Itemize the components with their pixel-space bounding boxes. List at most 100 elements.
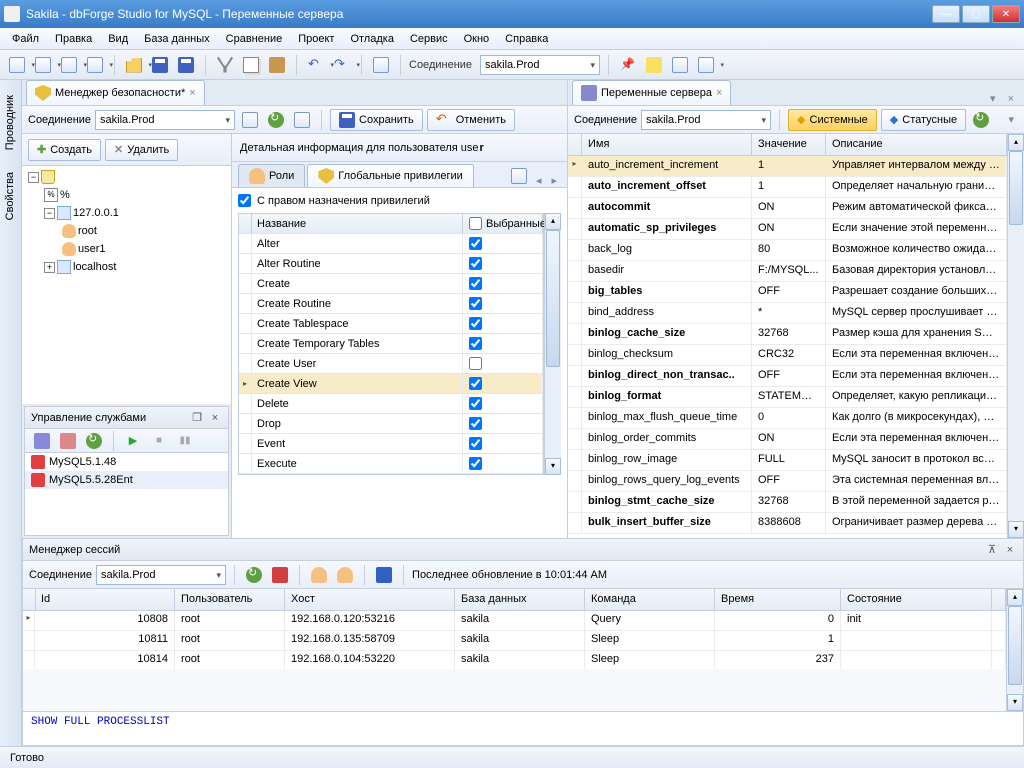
col-header-desc[interactable]: Описание xyxy=(826,134,1007,156)
variable-row[interactable]: auto_increment_offset1Определяет начальн… xyxy=(568,177,1007,198)
menu-файл[interactable]: Файл xyxy=(6,30,45,48)
security-conn-combo[interactable]: sakila.Prod xyxy=(95,110,235,130)
minimize-button[interactable]: — xyxy=(932,5,960,23)
col-header-name[interactable]: Имя xyxy=(582,134,752,156)
tab-global-privileges[interactable]: Глобальные привилегии xyxy=(307,164,474,187)
privilege-row[interactable]: Alter Routine xyxy=(239,254,543,274)
tree-node[interactable]: −127.0.0.1 xyxy=(24,204,229,222)
privilege-checkbox[interactable] xyxy=(469,237,482,250)
scrollbar[interactable]: ▴ ▾ xyxy=(1006,589,1023,711)
variable-row[interactable]: binlog_formatSTATEMENTОпределяет, какую … xyxy=(568,387,1007,408)
status-vars-button[interactable]: ◆Статусные xyxy=(881,109,966,131)
undo-button[interactable]: ↶▾ xyxy=(305,54,327,76)
security-action-1[interactable] xyxy=(239,109,261,131)
create-button[interactable]: ✚Создать xyxy=(28,139,101,161)
open-button[interactable]: ▾ xyxy=(123,54,145,76)
pin-icon[interactable]: ⊼ xyxy=(985,543,999,557)
privilege-row[interactable]: Event xyxy=(239,434,543,454)
privilege-checkbox[interactable] xyxy=(469,377,482,390)
next-tab-icon[interactable]: ▸ xyxy=(547,174,561,187)
tool-button-1[interactable] xyxy=(370,54,392,76)
privilege-row[interactable]: Execute xyxy=(239,454,543,474)
cut-button[interactable] xyxy=(214,54,236,76)
col-header[interactable]: Id xyxy=(35,589,175,611)
tab-menu-icon[interactable]: ▾ xyxy=(984,92,1002,105)
maximize-button[interactable]: ▢ xyxy=(962,5,990,23)
services-list[interactable]: MySQL5.1.48MySQL5.5.28Ent xyxy=(25,453,228,535)
sessions-btn-4[interactable] xyxy=(334,564,356,586)
col-header-selected[interactable]: Выбранные xyxy=(463,214,543,233)
col-header-name[interactable]: Название xyxy=(251,214,463,233)
grant-privilege-checkbox[interactable] xyxy=(238,194,251,207)
privilege-row[interactable]: Create Routine xyxy=(239,294,543,314)
new-sql-button[interactable]: ▾ xyxy=(6,54,28,76)
variable-row[interactable]: binlog_cache_size32768Размер кэша для хр… xyxy=(568,324,1007,345)
save-security-button[interactable]: Сохранить xyxy=(330,109,423,131)
variable-row[interactable]: big_tablesOFFРазрешает создание больших … xyxy=(568,282,1007,303)
tree-node[interactable]: %% xyxy=(24,186,229,204)
privilege-checkbox[interactable] xyxy=(469,277,482,290)
prev-tab-icon[interactable]: ◂ xyxy=(532,174,546,187)
tree-node[interactable]: user1 xyxy=(24,240,229,258)
menu-справка[interactable]: Справка xyxy=(499,30,554,48)
variable-row[interactable]: autocommitONРежим автоматической фиксаци… xyxy=(568,198,1007,219)
session-row[interactable]: 10811root192.168.0.135:58709sakilaSleep1 xyxy=(23,631,1006,651)
privilege-checkbox[interactable] xyxy=(469,397,482,410)
tab-close-icon[interactable]: × xyxy=(1002,93,1020,105)
privilege-row[interactable]: Alter xyxy=(239,234,543,254)
tree-node[interactable]: +localhost xyxy=(24,258,229,276)
doc-tab-variables[interactable]: Переменные сервера × xyxy=(572,80,731,105)
sessions-btn-5[interactable] xyxy=(373,564,395,586)
privilege-checkbox[interactable] xyxy=(469,317,482,330)
vars-menu-icon[interactable]: ▾ xyxy=(1004,113,1018,126)
service-row[interactable]: MySQL5.5.28Ent xyxy=(25,471,228,489)
paste-button[interactable] xyxy=(266,54,288,76)
sessions-refresh-button[interactable] xyxy=(243,564,265,586)
variable-row[interactable]: binlog_direct_non_transac..OFFЕсли эта п… xyxy=(568,366,1007,387)
close-sessions-icon[interactable]: × xyxy=(1003,543,1017,557)
pin-button[interactable]: 📌 xyxy=(617,54,639,76)
variable-row[interactable]: bind_address*MySQL сервер прослушивает T… xyxy=(568,303,1007,324)
privilege-row[interactable]: Create Temporary Tables xyxy=(239,334,543,354)
variable-row[interactable]: back_log80Возможное количество ожидающ..… xyxy=(568,240,1007,261)
variable-row[interactable]: binlog_stmt_cache_size32768В этой переме… xyxy=(568,492,1007,513)
col-header[interactable]: Состояние xyxy=(841,589,992,611)
services-stop-button[interactable]: ■ xyxy=(148,430,170,452)
save-all-button[interactable] xyxy=(175,54,197,76)
security-action-3[interactable] xyxy=(291,109,313,131)
privilege-row[interactable]: Delete xyxy=(239,394,543,414)
edit-button-2[interactable] xyxy=(669,54,691,76)
services-btn-1[interactable] xyxy=(31,430,53,452)
sql-preview[interactable]: SHOW FULL PROCESSLIST xyxy=(23,711,1023,745)
variable-row[interactable]: automatic_sp_privilegesONЕсли значение э… xyxy=(568,219,1007,240)
col-header-value[interactable]: Значение xyxy=(752,134,826,156)
services-pause-button[interactable]: ▮▮ xyxy=(174,430,196,452)
cancel-security-button[interactable]: ↶Отменить xyxy=(427,109,515,131)
services-refresh-button[interactable] xyxy=(83,430,105,452)
privilege-row[interactable]: Create Tablespace xyxy=(239,314,543,334)
variable-row[interactable]: ▸auto_increment_increment1Управляет инте… xyxy=(568,156,1007,177)
close-services-icon[interactable]: × xyxy=(208,411,222,425)
save-button[interactable] xyxy=(149,54,171,76)
edit-button[interactable] xyxy=(643,54,665,76)
session-row[interactable]: 10814root192.168.0.104:53220sakilaSleep2… xyxy=(23,651,1006,669)
services-play-button[interactable]: ▶ xyxy=(122,430,144,452)
privilege-checkbox[interactable] xyxy=(469,297,482,310)
col-header[interactable]: Хост xyxy=(285,589,455,611)
vars-conn-combo[interactable]: sakila.Prod xyxy=(641,110,771,130)
menu-вид[interactable]: Вид xyxy=(102,30,134,48)
variable-row[interactable]: binlog_checksumCRC32Если эта переменная … xyxy=(568,345,1007,366)
privilege-checkbox[interactable] xyxy=(469,437,482,450)
menu-база данных[interactable]: База данных xyxy=(138,30,216,48)
connection-combo[interactable]: sakila.Prod xyxy=(480,55,600,75)
scrollbar[interactable]: ▴ ▾ xyxy=(1007,134,1024,538)
privilege-checkbox[interactable] xyxy=(469,457,482,470)
session-row[interactable]: ▸10808root192.168.0.120:53216sakilaQuery… xyxy=(23,611,1006,631)
sessions-conn-combo[interactable]: sakila.Prod xyxy=(96,565,226,585)
security-refresh-button[interactable] xyxy=(265,109,287,131)
variable-row[interactable]: binlog_rows_query_log_eventsOFFЭта систе… xyxy=(568,471,1007,492)
details-tool-button[interactable] xyxy=(508,165,530,187)
services-btn-2[interactable] xyxy=(57,430,79,452)
system-vars-button[interactable]: ◆Системные xyxy=(788,109,877,131)
privilege-row[interactable]: Create xyxy=(239,274,543,294)
